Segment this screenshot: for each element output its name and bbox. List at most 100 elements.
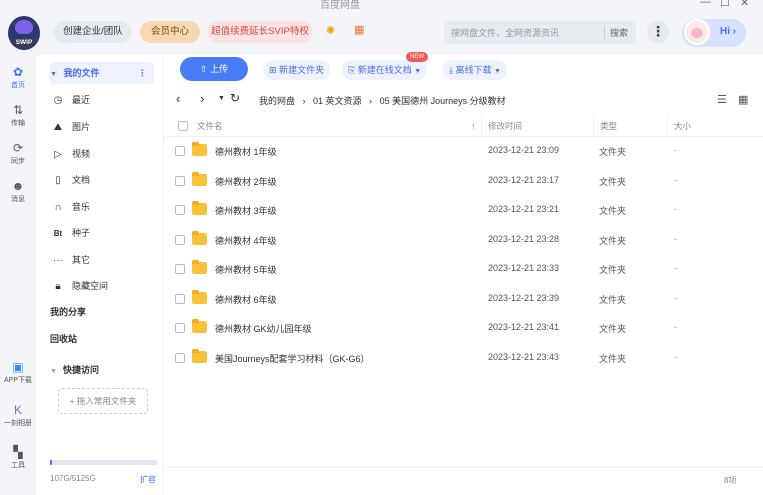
table-header: 文件名 ↑ 修改时间 类型 大小 [165, 115, 763, 137]
select-all-checkbox[interactable] [178, 121, 188, 131]
table-row[interactable]: 德州教材 1年级 2023-12-21 23:09 文件夹 - [165, 137, 763, 167]
file-name[interactable]: 德州教材 GK幼儿园年级 [215, 322, 312, 335]
offline-download-button[interactable]: ⤓ 离线下载 ▼ [443, 60, 507, 80]
avatar [684, 19, 710, 45]
column-header-mtime[interactable]: 修改时间 [481, 115, 593, 137]
sidebar-item-other[interactable]: ··· 其它 [50, 249, 158, 271]
svip-promo-button[interactable]: 超值续费延长SVIP特权 [207, 21, 313, 43]
storage-progress-fill [50, 460, 53, 465]
row-checkbox[interactable] [175, 352, 185, 363]
minimize-icon[interactable]: — [700, 0, 711, 8]
history-dropdown-icon[interactable]: ▼ [218, 95, 225, 102]
vip-center-button[interactable]: 会员中心 [140, 21, 200, 43]
video-icon: ▷ [54, 149, 62, 160]
file-name[interactable]: 美国Journeys配套学习材料（GK-G6） [215, 352, 370, 365]
sidebar-item-hidden-space[interactable]: 🔒︎ 隐藏空间 [50, 275, 158, 297]
row-checkbox[interactable] [175, 323, 185, 333]
file-name[interactable]: 德州教材 4年级 [215, 234, 277, 247]
profile-button[interactable]: Hi › [682, 19, 746, 47]
modified-time: 2023-12-21 23:43 [488, 351, 560, 362]
file-name[interactable]: 德州教材 2年级 [215, 175, 277, 188]
rail-item-transfer[interactable]: ⇅ 传输 [0, 103, 36, 128]
rail-item-messages[interactable]: ☻ 消息 [0, 179, 36, 204]
search-input[interactable]: 搜网盘文件、全网资源资讯 [451, 26, 559, 39]
add-quick-folder-dropzone[interactable]: + 拖入常用文件夹 [58, 388, 148, 414]
sidebar-item-recent[interactable]: ◷ 最近 [50, 89, 158, 111]
sidebar-more-icon[interactable]: ⋮ [138, 62, 147, 84]
sidebar-item-videos[interactable]: ▷ 视频 [50, 143, 158, 165]
row-checkbox[interactable] [175, 293, 185, 304]
sidebar-item-my-share[interactable]: 我的分享 [50, 301, 150, 323]
row-checkbox[interactable] [175, 264, 185, 274]
more-icon: ··· [53, 255, 63, 266]
gift-icon[interactable]: ▦ [354, 23, 364, 36]
sidebar-item-recycle-bin[interactable]: 回收站 [50, 328, 150, 350]
expand-storage-link[interactable]: 扩容 [140, 474, 156, 485]
sidebar-item-images[interactable]: ⛰ 图片 [50, 116, 158, 138]
breadcrumb-root[interactable]: 我的网盘 [259, 96, 295, 106]
file-size: - [674, 145, 677, 155]
file-name[interactable]: 德州教材 3年级 [215, 204, 277, 217]
bt-icon: Bt [53, 229, 63, 238]
table-row[interactable]: 德州教材 3年级 2023-12-21 23:21 文件夹 - [165, 196, 763, 226]
breadcrumb-level2[interactable]: 05 美国德州 Journeys 分级教材 [380, 96, 506, 106]
new-folder-button[interactable]: ⊞ 新建文件夹 [263, 60, 331, 80]
breadcrumb-level1[interactable]: 01 英文资源 [313, 96, 362, 106]
new-online-doc-button[interactable]: ⎘ 新建在线文档 ▼ [342, 60, 428, 80]
rail-item-app-download[interactable]: ▣ APP下载 [0, 360, 36, 385]
sidebar-item-music[interactable]: ∩ 音乐 [50, 196, 158, 218]
avatar-face-icon [15, 20, 33, 34]
rail-item-sync[interactable]: ⟳ 同步 [0, 141, 36, 166]
message-icon: ☻ [11, 179, 25, 193]
table-row[interactable]: 德州教材 5年级 2023-12-21 23:33 文件夹 - [165, 255, 763, 285]
row-checkbox[interactable] [175, 234, 185, 245]
rail-item-tools[interactable]: ▚ 工具 [0, 445, 36, 470]
back-icon[interactable]: ‹ [176, 91, 180, 106]
row-checkbox[interactable] [175, 175, 185, 186]
table-row[interactable]: 德州教材 GK幼儿园年级 2023-12-21 23:41 文件夹 - [165, 314, 763, 344]
file-name[interactable]: 德州教材 1年级 [215, 145, 277, 158]
table-row[interactable]: 德州教材 4年级 2023-12-21 23:28 文件夹 - [165, 226, 763, 256]
sidebar-quick-access[interactable]: ▼ 快捷访问 [50, 359, 150, 381]
breadcrumb-separator-icon: › [302, 96, 306, 106]
sidebar-item-torrents[interactable]: Bt 种子 [50, 222, 158, 244]
caret-down-icon: ▼ [50, 368, 57, 375]
file-name[interactable]: 德州教材 5年级 [215, 263, 277, 276]
maximize-icon[interactable]: ☐ [720, 0, 730, 9]
create-team-button[interactable]: 创建企业/团队 [54, 21, 132, 43]
upload-button[interactable]: ⇧ 上传 [180, 57, 248, 81]
forward-icon[interactable]: › [200, 91, 204, 106]
search-button[interactable]: 搜索 [610, 26, 628, 39]
row-checkbox[interactable] [175, 146, 185, 156]
sidebar-item-my-files[interactable]: ▼ 我的文件 ⋮ [50, 62, 150, 84]
storage-progress-bar [50, 460, 158, 465]
app-window: 百度网盘 — ☐ ✕ SWIP 创建企业/团队 会员中心 超值续费延长SVIP特… [0, 0, 763, 495]
file-size: - [674, 292, 677, 303]
folder-icon [192, 142, 207, 156]
search-box[interactable]: 搜网盘文件、全网资源资讯 搜索 [444, 21, 636, 44]
table-row[interactable]: 德州教材 2年级 2023-12-21 23:17 文件夹 - [165, 167, 763, 197]
close-icon[interactable]: ✕ [740, 0, 749, 9]
grid-view-icon[interactable]: ▦ [738, 93, 748, 106]
row-checkbox[interactable] [175, 205, 185, 215]
column-header-type[interactable]: 类型 [593, 115, 667, 137]
file-name[interactable]: 德州教材 6年级 [215, 293, 277, 306]
sidebar-item-documents[interactable]: ▯ 文档 [50, 169, 158, 191]
table-row[interactable]: 美国Journeys配套学习材料（GK-G6） 2023-12-21 23:43 文… [165, 344, 763, 374]
game-icon[interactable]: ✺ [326, 24, 335, 37]
more-menu-icon[interactable]: ⋮ [647, 21, 669, 43]
refresh-icon[interactable]: ↻ [230, 91, 240, 105]
column-header-name[interactable]: 文件名 ↑ [191, 115, 481, 137]
column-header-size[interactable]: 大小 [667, 115, 735, 137]
sort-icon[interactable]: ☰ [717, 93, 727, 106]
folder-icon [192, 171, 207, 186]
table-row[interactable]: 德州教材 6年级 2023-12-21 23:39 文件夹 - [165, 285, 763, 315]
file-type: 文件夹 [599, 324, 627, 334]
rail-item-album[interactable]: K 一刻相册 [0, 403, 36, 428]
svip-avatar[interactable]: SWIP [8, 16, 40, 50]
footer-divider [165, 467, 763, 468]
rail-item-home[interactable]: ✿ 首页 [0, 65, 36, 90]
file-type: 文件夹 [599, 206, 627, 216]
modified-time: 2023-12-21 23:33 [488, 263, 560, 273]
file-type: 文件夹 [599, 176, 627, 187]
